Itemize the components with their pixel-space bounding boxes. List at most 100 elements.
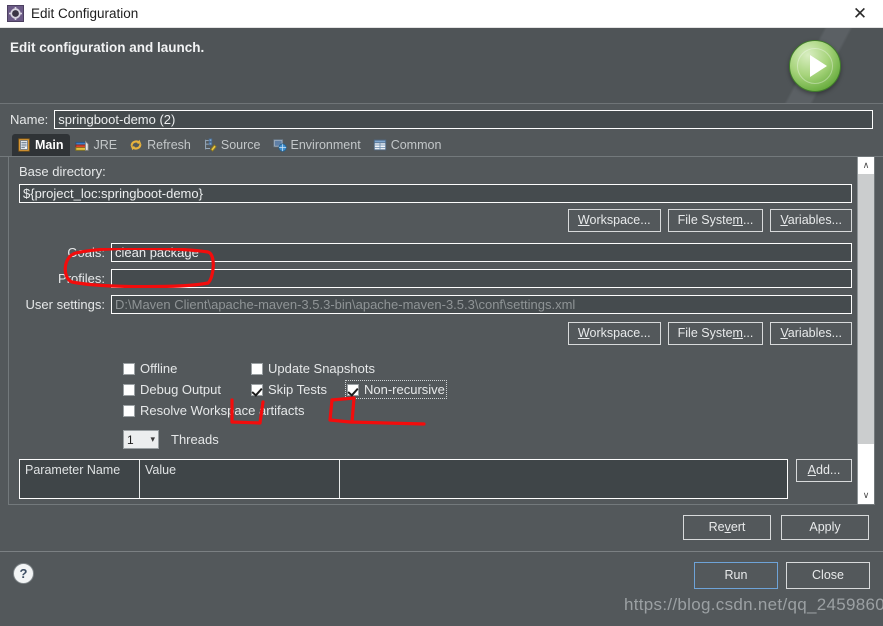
tab-environment[interactable]: Environment <box>268 134 368 156</box>
header-title: Edit configuration and launch. <box>10 40 205 55</box>
tab-jre[interactable]: JRE <box>70 134 124 156</box>
base-directory-label: Base directory: <box>19 164 106 179</box>
main-tab-panel: Base directory: ${project_loc:springboot… <box>8 157 875 505</box>
window-titlebar: Edit Configuration ✕ <box>0 0 883 28</box>
name-row: Name: springboot-demo (2) <box>0 105 883 134</box>
goals-label: Goals: <box>67 245 105 260</box>
threads-value: 1 <box>127 432 134 447</box>
tab-source-label: Source <box>220 138 261 152</box>
tab-jre-label: JRE <box>93 138 118 152</box>
close-icon[interactable]: ✕ <box>837 0 883 28</box>
play-icon-ring <box>797 48 833 84</box>
tab-bar: Main JRE Refresh Source Environment Comm… <box>0 134 883 157</box>
apply-button[interactable]: Apply <box>781 515 869 540</box>
add-parameter-button[interactable]: Add... <box>796 459 852 482</box>
footer-buttons: Run Close <box>694 562 870 589</box>
profiles-label: Profiles: <box>58 271 105 286</box>
dialog-footer: ? Run Close <box>0 552 883 599</box>
play-icon <box>789 40 841 92</box>
base-directory-input[interactable]: ${project_loc:springboot-demo} <box>19 184 852 203</box>
scrollbar-track[interactable] <box>857 174 874 487</box>
window-title: Edit Configuration <box>31 6 139 21</box>
user-settings-buttons: Workspace... File System... Variables... <box>19 322 852 345</box>
tab-refresh-label: Refresh <box>147 138 191 152</box>
user-settings-input[interactable]: D:\Maven Client\apache-maven-3.5.3-bin\a… <box>111 295 852 314</box>
profiles-input[interactable] <box>111 269 852 288</box>
tab-main-label: Main <box>35 138 64 152</box>
checkbox-resolve-workspace-artifacts-label: Resolve Workspace artifacts <box>140 403 305 418</box>
checkbox-row-1: Offline Update Snapshots <box>123 358 852 379</box>
checkbox-update-snapshots-box[interactable] <box>251 362 263 375</box>
checkbox-non-recursive-box[interactable] <box>347 383 359 396</box>
refresh-tab-icon <box>130 139 142 151</box>
scroll-up-arrow-icon[interactable]: ∧ <box>857 157 874 174</box>
threads-label: Threads <box>171 432 219 447</box>
user-settings-label: User settings: <box>25 297 105 312</box>
checkbox-offline[interactable]: Offline <box>123 361 251 376</box>
tab-source[interactable]: Source <box>198 134 268 156</box>
parameter-table-header-value[interactable]: Value <box>140 460 340 498</box>
base-directory-buttons: Workspace... File System... Variables... <box>19 209 852 232</box>
scrollbar-thumb[interactable] <box>857 174 874 444</box>
settings-variables-button[interactable]: Variables... <box>770 322 852 345</box>
tab-refresh[interactable]: Refresh <box>124 134 198 156</box>
dialog-header: Edit configuration and launch. <box>0 28 883 104</box>
dialog-content: Name: springboot-demo (2) Main JRE Refre… <box>0 105 883 626</box>
run-button[interactable]: Run <box>694 562 778 589</box>
name-label: Name: <box>10 112 49 127</box>
user-settings-row: User settings: D:\Maven Client\apache-ma… <box>19 295 852 314</box>
checkbox-resolve-workspace-artifacts[interactable]: Resolve Workspace artifacts <box>123 403 305 418</box>
tab-common-label: Common <box>390 138 442 152</box>
threads-dropdown[interactable]: 1 ▾ <box>123 430 159 449</box>
common-tab-icon <box>373 139 386 151</box>
checkbox-debug-output[interactable]: Debug Output <box>123 382 251 397</box>
environment-tab-icon <box>272 139 287 152</box>
checkbox-offline-label: Offline <box>140 361 178 376</box>
checkbox-offline-box[interactable] <box>123 362 135 375</box>
checkbox-non-recursive[interactable]: Non-recursive <box>345 380 447 399</box>
main-tab-icon <box>18 138 30 152</box>
gear-icon <box>7 5 24 22</box>
checkbox-debug-output-label: Debug Output <box>140 382 221 397</box>
parameter-table[interactable]: Parameter Name Value <box>19 459 788 499</box>
tab-environment-label: Environment <box>290 138 361 152</box>
revert-apply-row: Revert Apply <box>0 505 883 540</box>
checkbox-skip-tests[interactable]: Skip Tests <box>251 382 347 397</box>
chevron-down-icon: ▾ <box>150 434 155 445</box>
checkbox-update-snapshots-label: Update Snapshots <box>268 361 375 376</box>
main-panel-scrollbar[interactable]: ∧ ∨ <box>857 157 874 504</box>
base-variables-button[interactable]: Variables... <box>770 209 852 232</box>
goals-row: Goals: clean package <box>19 243 852 262</box>
settings-filesystem-button[interactable]: File System... <box>667 322 764 345</box>
settings-workspace-button[interactable]: Workspace... <box>567 322 661 345</box>
header-artwork <box>763 28 883 103</box>
name-input[interactable]: springboot-demo (2) <box>54 110 873 129</box>
revert-button[interactable]: Revert <box>683 515 771 540</box>
checkbox-debug-output-box[interactable] <box>123 383 135 396</box>
checkbox-row-2: Debug Output Skip Tests Non-recursive <box>123 379 852 400</box>
tab-common[interactable]: Common <box>368 134 449 156</box>
parameter-table-wrap: Parameter Name Value Add... <box>19 459 852 499</box>
main-scroll-area: Base directory: ${project_loc:springboot… <box>9 157 856 504</box>
checkbox-skip-tests-box[interactable] <box>251 383 263 396</box>
checkbox-skip-tests-label: Skip Tests <box>268 382 328 397</box>
goals-input[interactable]: clean package <box>111 243 852 262</box>
base-filesystem-button[interactable]: File System... <box>667 209 764 232</box>
checkbox-resolve-workspace-artifacts-box[interactable] <box>123 404 135 417</box>
scroll-down-arrow-icon[interactable]: ∨ <box>857 487 874 504</box>
jre-tab-icon <box>75 140 90 151</box>
parameter-table-header-name[interactable]: Parameter Name <box>20 460 140 498</box>
parameter-table-header-blank[interactable] <box>340 460 787 498</box>
tab-main[interactable]: Main <box>12 134 71 156</box>
profiles-row: Profiles: <box>19 269 852 288</box>
close-button[interactable]: Close <box>786 562 870 589</box>
option-checkbox-grid: Offline Update Snapshots Debug Output Sk <box>19 358 852 421</box>
checkbox-non-recursive-label: Non-recursive <box>364 382 445 397</box>
gear-icon-svg <box>9 7 22 20</box>
base-directory-label-row: Base directory: <box>19 164 852 179</box>
help-icon[interactable]: ? <box>13 563 34 584</box>
base-workspace-button[interactable]: Workspace... <box>567 209 661 232</box>
checkbox-update-snapshots[interactable]: Update Snapshots <box>251 361 375 376</box>
checkbox-row-3: Resolve Workspace artifacts <box>123 400 852 421</box>
threads-row: 1 ▾ Threads <box>19 430 852 449</box>
